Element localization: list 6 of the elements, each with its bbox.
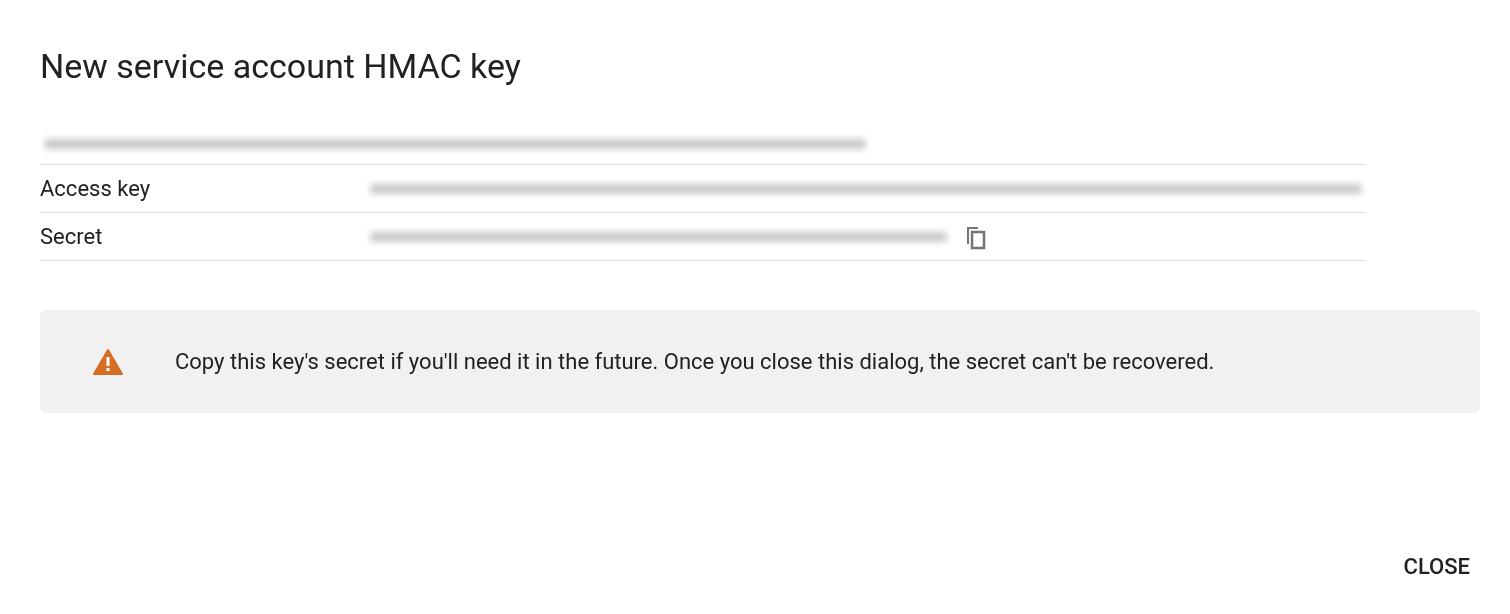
warning-text: Copy this key's secret if you'll need it in the future. Once you close this dialog, the secret can't be recovered. [175, 348, 1215, 376]
row-label: Access key [40, 175, 152, 203]
warning-icon [93, 348, 123, 375]
row-label: Secret [40, 223, 104, 251]
dialog-title: New service account HMAC key [40, 45, 521, 88]
close-button[interactable]: CLOSE [1393, 546, 1480, 586]
